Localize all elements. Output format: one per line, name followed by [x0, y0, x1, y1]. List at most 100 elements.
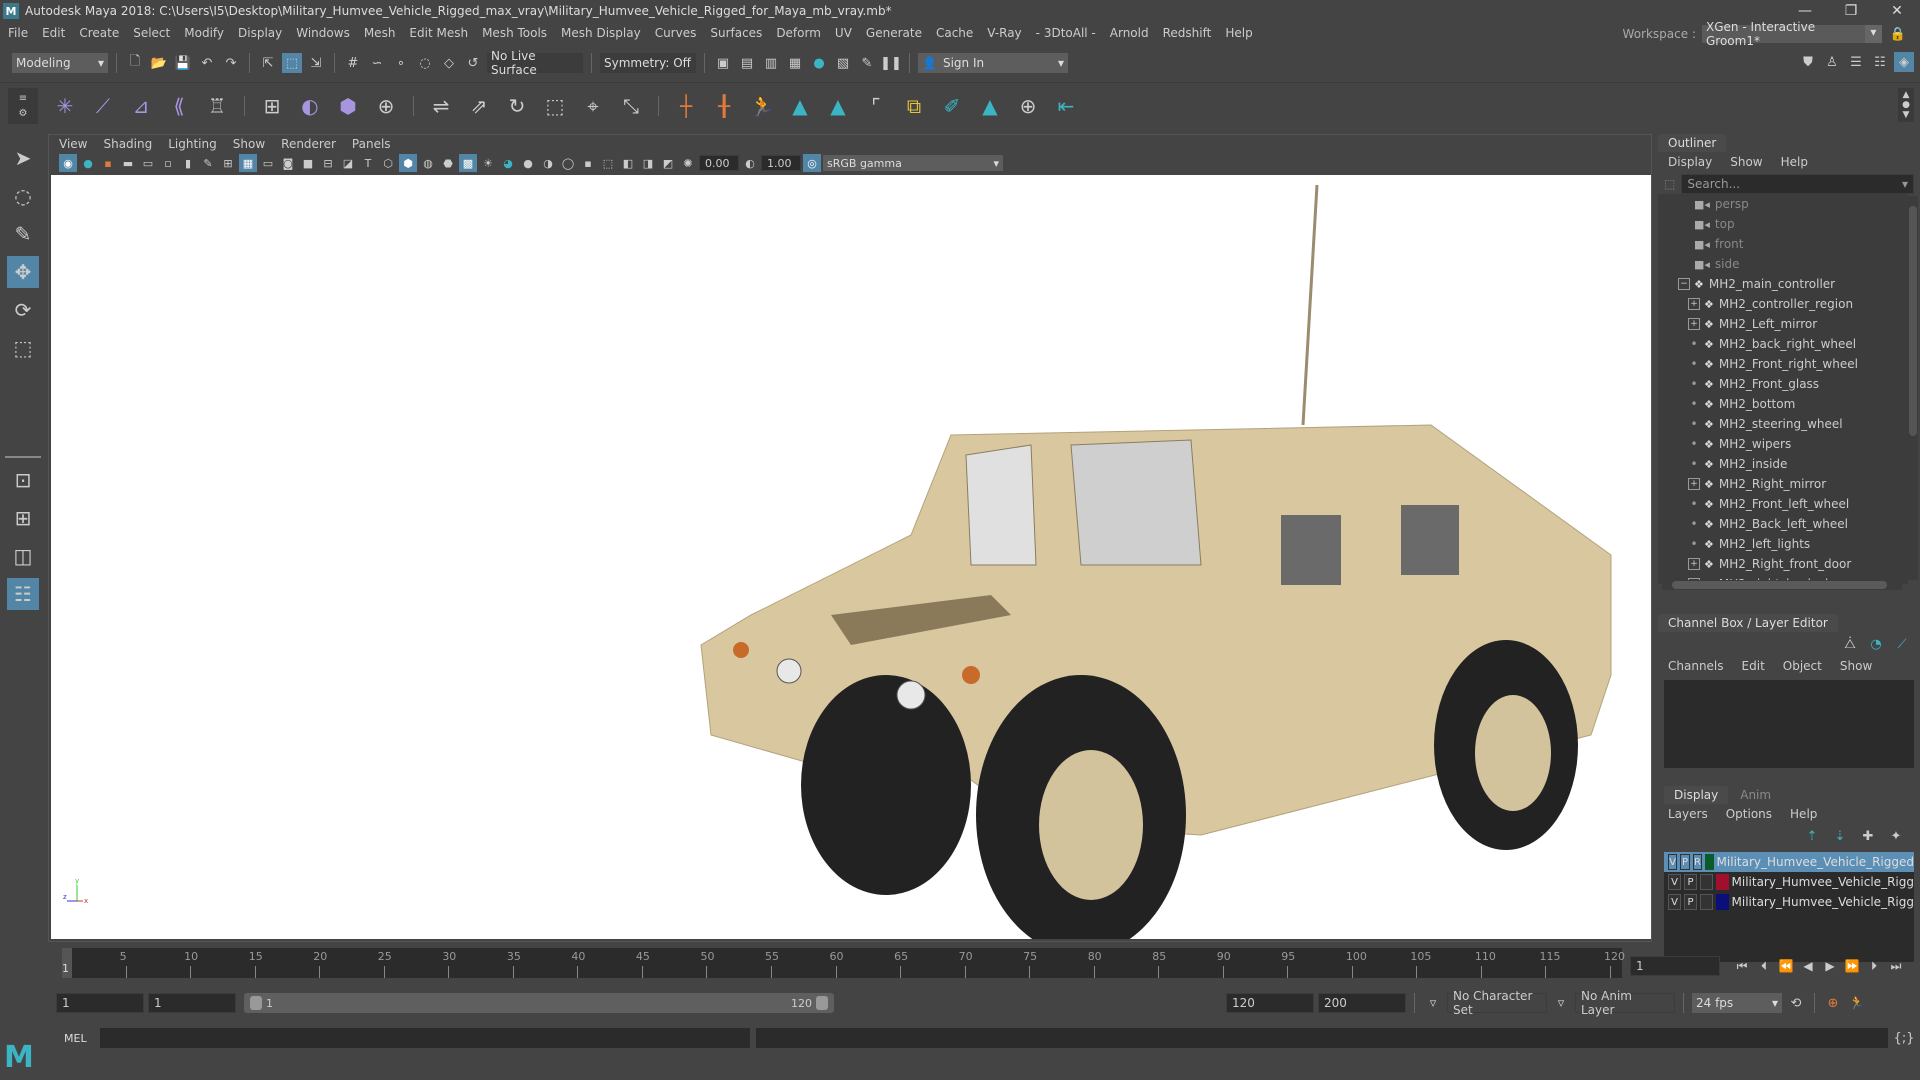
character-set-field[interactable]: No Character Set — [1447, 989, 1547, 1017]
anti-aliasing-icon[interactable]: ◯ — [559, 154, 577, 172]
pole-vector-icon[interactable]: ⤡ — [616, 91, 646, 121]
play-forwards-icon[interactable]: ▶ — [1821, 956, 1839, 976]
tool-settings-icon[interactable]: ☷ — [1870, 52, 1890, 72]
outliner-item[interactable]: − ❖ MH2_main_controller — [1658, 274, 1908, 294]
panel-menu-lighting[interactable]: Lighting — [168, 137, 217, 151]
step-forward-frame-icon[interactable]: ⏵ — [1865, 956, 1883, 976]
menu-item-select[interactable]: Select — [133, 26, 170, 40]
menu-item-edit[interactable]: Edit — [42, 26, 65, 40]
resolution-gate-icon[interactable]: ◙ — [279, 154, 297, 172]
mash-tool-icon[interactable]: ▲ — [975, 91, 1005, 121]
panel-menu-panels[interactable]: Panels — [352, 137, 391, 151]
playback-end-field[interactable]: 120 — [1226, 993, 1314, 1013]
move-tool-icon[interactable]: ✥ — [7, 256, 39, 288]
shelf-scroll[interactable]: ▲ ● ▼ — [1898, 88, 1914, 122]
select-object-icon[interactable]: ⬚ — [282, 53, 302, 73]
ipr-render-icon[interactable]: ▥ — [761, 53, 781, 73]
menu-item-modify[interactable]: Modify — [184, 26, 224, 40]
outliner-item[interactable]: + ❖ MH2_Right_front_door — [1658, 554, 1908, 574]
paint-weights-icon[interactable]: ✐ — [937, 91, 967, 121]
point-constraint-icon[interactable]: ⇗ — [464, 91, 494, 121]
range-end-handle[interactable] — [816, 996, 828, 1010]
outliner-item[interactable]: + ❖ MH2_controller_region — [1658, 294, 1908, 314]
select-camera-icon[interactable]: ◉ — [59, 154, 77, 172]
film-gate-icon[interactable]: ▭ — [259, 154, 277, 172]
add-attribute-icon[interactable]: ⊕ — [1013, 91, 1043, 121]
default-material-icon[interactable]: ◍ — [419, 154, 437, 172]
render-view-icon[interactable]: ▣ — [713, 53, 733, 73]
go-to-start-icon[interactable]: ⏮ — [1733, 956, 1751, 976]
hyperbolic-icon[interactable]: ⟋ — [1892, 634, 1912, 654]
close-button[interactable]: ✕ — [1874, 0, 1920, 22]
two-view-layout-icon[interactable]: ◫ — [7, 540, 39, 572]
step-back-frame-icon[interactable]: ⏴ — [1755, 956, 1773, 976]
snap-curve-icon[interactable]: ∽ — [367, 53, 387, 73]
layer-row[interactable]: V P Military_Humvee_Vehicle_Rigg — [1664, 892, 1914, 912]
aim-constraint-icon[interactable]: ⌖ — [578, 91, 608, 121]
menu-item-surfaces[interactable]: Surfaces — [710, 26, 762, 40]
menu-item-mesh-display[interactable]: Mesh Display — [561, 26, 641, 40]
menu-item-generate[interactable]: Generate — [866, 26, 922, 40]
isolate-select-icon[interactable]: ⬚ — [599, 154, 617, 172]
exposure-field[interactable]: 0.00 — [699, 155, 739, 171]
cluster-icon[interactable]: ◐ — [295, 91, 325, 121]
new-layer-selected-icon[interactable]: ✦ — [1886, 826, 1906, 846]
scrollbar-thumb[interactable] — [1672, 581, 1887, 589]
current-frame-field[interactable]: 1 — [1630, 956, 1720, 976]
bind-skin-icon[interactable]: ⟪ — [164, 91, 194, 121]
save-scene-icon[interactable]: 💾 — [173, 53, 193, 73]
animation-start-field[interactable]: 1 — [56, 993, 144, 1013]
expand-toggle-icon[interactable]: + — [1688, 318, 1700, 330]
camera-attributes-icon[interactable]: ● — [79, 154, 97, 172]
safe-title-icon[interactable]: T — [359, 154, 377, 172]
range-start-handle[interactable] — [250, 996, 262, 1010]
layer-color-swatch[interactable] — [1705, 854, 1714, 870]
outliner-item[interactable]: ■◂ top — [1658, 214, 1908, 234]
menu-item-cache[interactable]: Cache — [936, 26, 973, 40]
undo-icon[interactable]: ↶ — [197, 53, 217, 73]
menu-item-uv[interactable]: UV — [835, 26, 852, 40]
animation-preferences-icon[interactable]: 🏃 — [1847, 993, 1867, 1013]
snap-view-icon[interactable]: ◌ — [415, 53, 435, 73]
paint-select-icon[interactable]: ✎ — [7, 218, 39, 250]
outliner-item[interactable]: • ❖ MH2_Front_right_wheel — [1658, 354, 1908, 374]
menu-item-v-ray[interactable]: V-Ray — [987, 26, 1021, 40]
color-space-dropdown[interactable]: sRGB gamma ▾ — [823, 155, 1003, 171]
chevron-down-icon[interactable]: ▿ — [1551, 993, 1571, 1013]
minimize-button[interactable]: — — [1782, 0, 1828, 22]
layer-v-toggle[interactable]: V — [1668, 854, 1678, 870]
outliner-item[interactable]: + ❖ MH2_Right_mirror — [1658, 474, 1908, 494]
menu-item-display[interactable]: Display — [238, 26, 282, 40]
grid-toggle-icon[interactable]: ▦ — [239, 154, 257, 172]
bookmark-icon[interactable]: ▪ — [99, 154, 117, 172]
menu-item-file[interactable]: File — [8, 26, 28, 40]
outliner-item[interactable]: ■◂ front — [1658, 234, 1908, 254]
select-hierarchy-icon[interactable]: ⇱ — [258, 53, 278, 73]
image-plane-icon[interactable]: ▬ — [119, 154, 137, 172]
connect-icon[interactable]: ⇤ — [1051, 91, 1081, 121]
new-scene-icon[interactable]: 🗋 — [125, 53, 145, 73]
auto-key-icon[interactable]: ⊕ — [1823, 993, 1843, 1013]
live-surface-field[interactable]: No Live Surface — [487, 49, 583, 77]
move-layer-down-icon[interactable]: ⇣ — [1830, 826, 1850, 846]
channel-menu-show[interactable]: Show — [1840, 659, 1872, 673]
layer-menu-options[interactable]: Options — [1726, 807, 1772, 821]
human-ik-icon[interactable]: ♙ — [1822, 52, 1842, 72]
ik-handle-icon[interactable]: ⟋ — [88, 91, 118, 121]
fps-dropdown[interactable]: 24 fps ▾ — [1692, 993, 1782, 1013]
layer-color-swatch[interactable] — [1715, 874, 1729, 890]
outliner-layout-icon[interactable]: ☷ — [7, 578, 39, 610]
panel-menu-view[interactable]: View — [59, 137, 87, 151]
outliner-vertical-scrollbar[interactable] — [1908, 196, 1918, 580]
outliner-item[interactable]: ■◂ persp — [1658, 194, 1908, 214]
manipulator-icon[interactable]: ⧊ — [1840, 634, 1860, 654]
expand-toggle-icon[interactable]: − — [1678, 278, 1690, 290]
workspace-dropdown[interactable]: XGen - Interactive Groom1* ▾ — [1702, 20, 1882, 48]
outliner-menu-help[interactable]: Help — [1781, 155, 1808, 169]
xray-joints-icon[interactable]: ◨ — [639, 154, 657, 172]
redo-icon[interactable]: ↷ — [221, 53, 241, 73]
outliner-menu-show[interactable]: Show — [1730, 155, 1762, 169]
outliner-horizontal-scrollbar[interactable] — [1662, 580, 1902, 590]
pause-viewport-icon[interactable]: ❚❚ — [880, 53, 902, 73]
playback-start-field[interactable]: 1 — [148, 993, 236, 1013]
